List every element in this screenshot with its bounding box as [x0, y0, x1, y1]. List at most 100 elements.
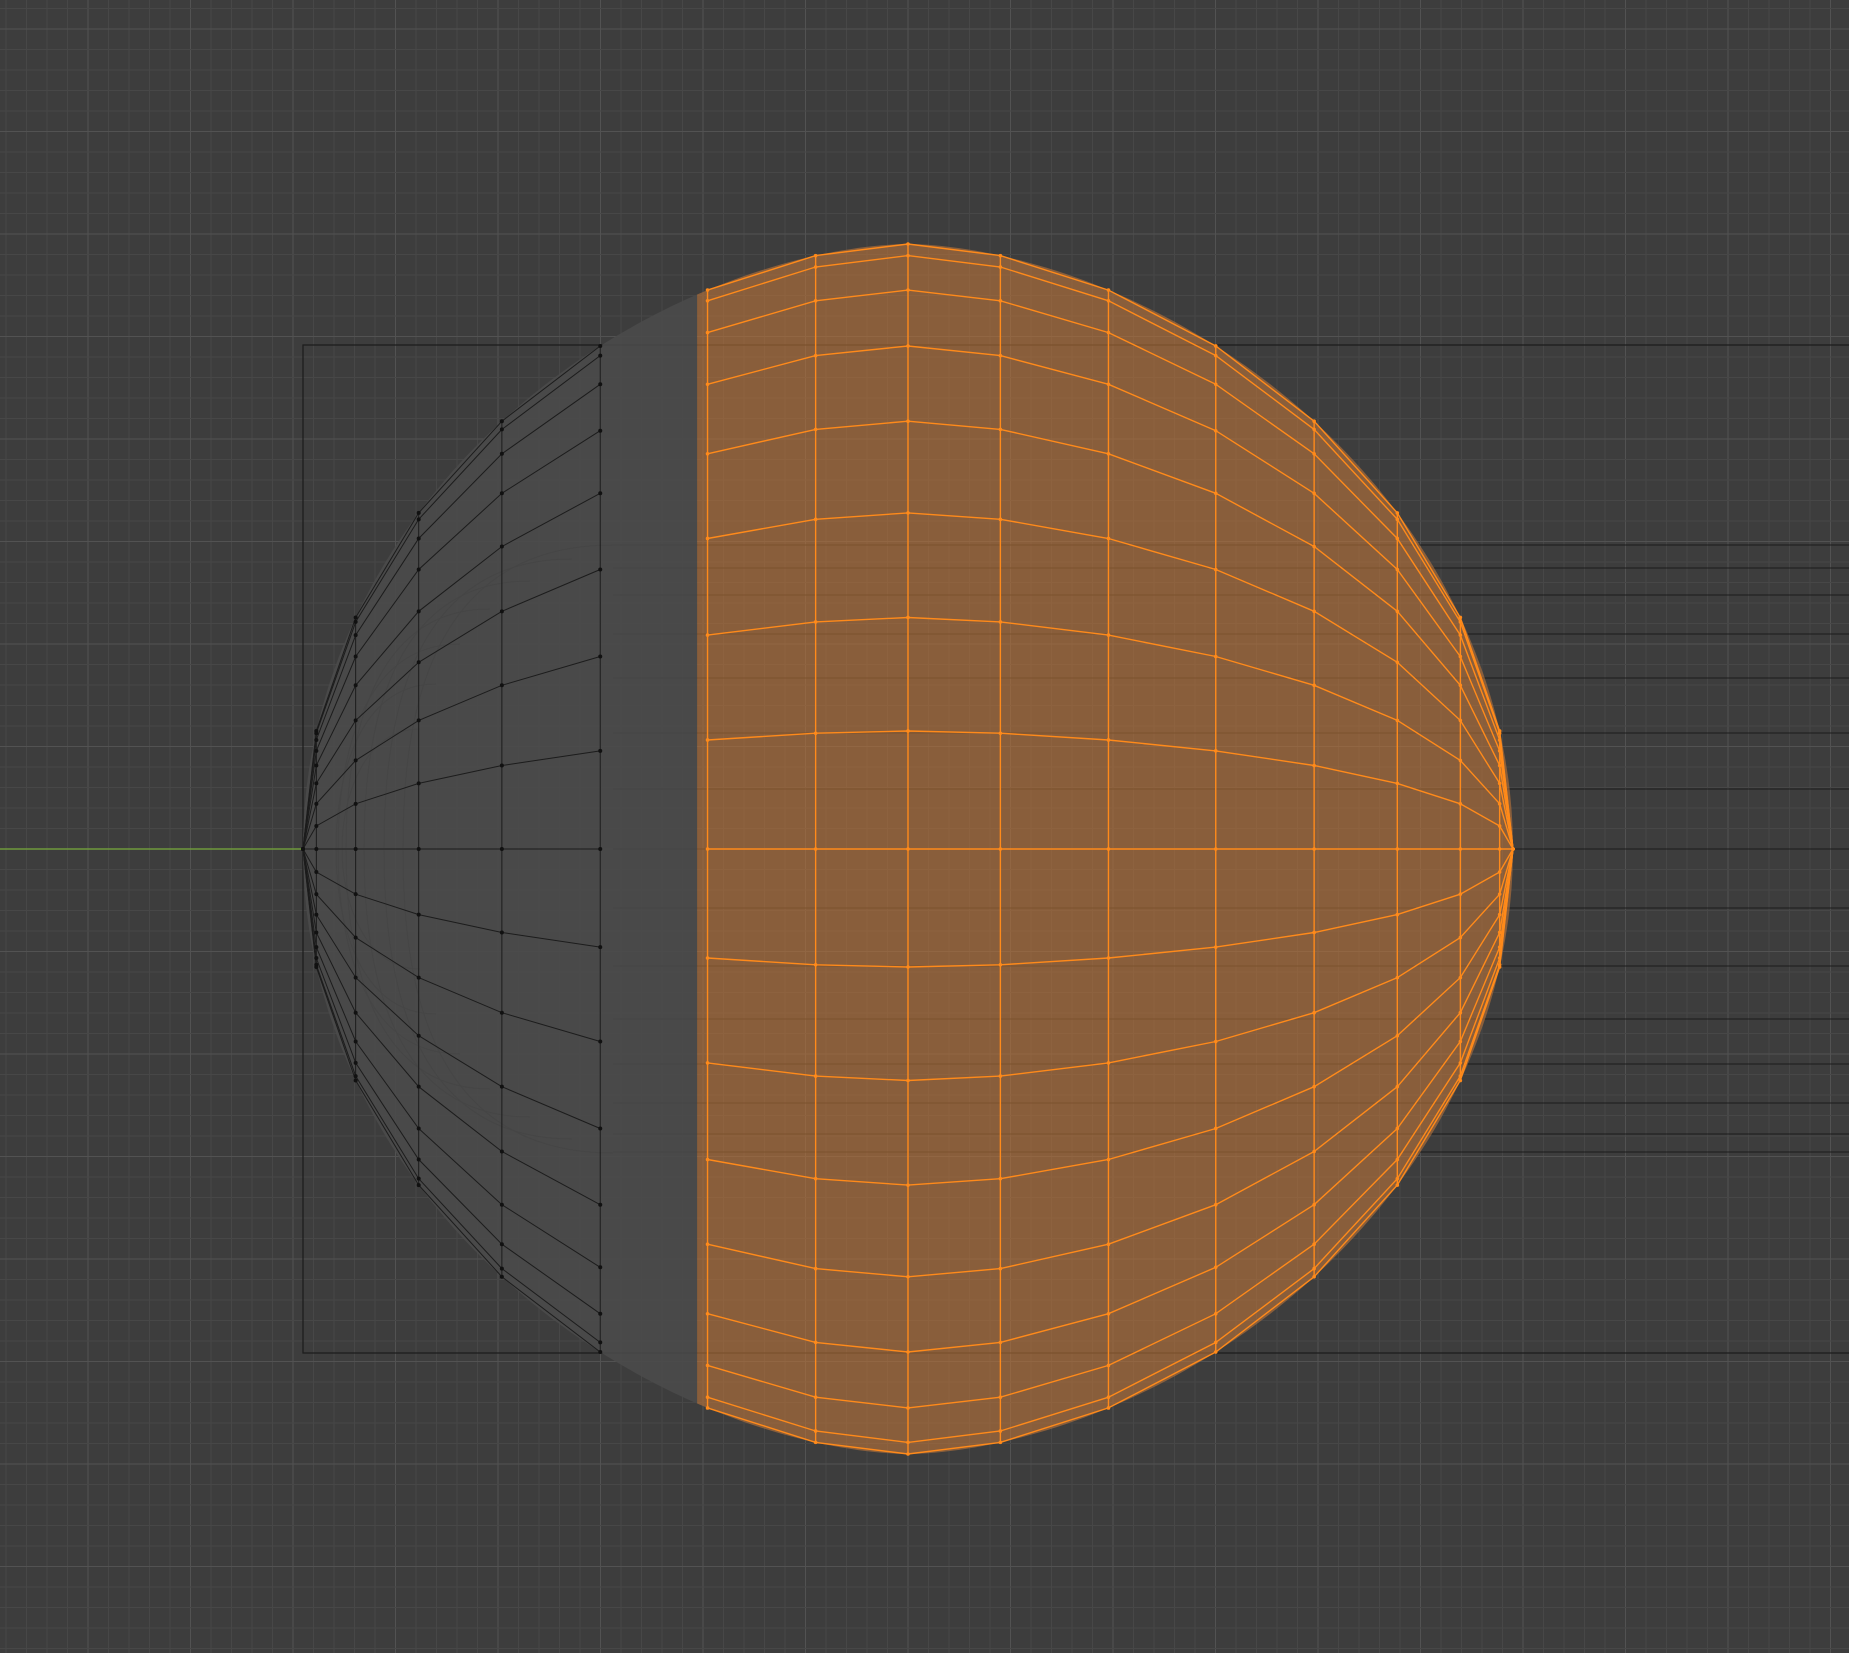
- mesh-vertex[interactable]: [1312, 1266, 1316, 1271]
- mesh-vertex[interactable]: [353, 615, 358, 620]
- mesh-vertex[interactable]: [1213, 847, 1218, 851]
- mesh-vertex[interactable]: [1213, 1340, 1218, 1345]
- mesh-vertex[interactable]: [1312, 1274, 1316, 1279]
- mesh-vertex[interactable]: [1395, 1033, 1400, 1038]
- mesh-vertex[interactable]: [1312, 1149, 1316, 1154]
- mesh-vertex[interactable]: [906, 419, 910, 424]
- mesh-vertex[interactable]: [1213, 1350, 1218, 1354]
- mesh-vertex[interactable]: [705, 1406, 710, 1410]
- mesh-vertex[interactable]: [598, 945, 603, 950]
- mesh-vertex[interactable]: [998, 962, 1003, 967]
- mesh-vertex[interactable]: [598, 1340, 603, 1345]
- mesh-vertex[interactable]: [998, 620, 1003, 624]
- mesh-vertex[interactable]: [1395, 1157, 1400, 1162]
- mesh-vertex[interactable]: [1312, 1010, 1316, 1015]
- mesh-vertex[interactable]: [998, 1429, 1003, 1433]
- mesh-vertex[interactable]: [416, 781, 421, 786]
- mesh-vertex[interactable]: [353, 1010, 358, 1015]
- mesh-vertex[interactable]: [813, 1074, 818, 1078]
- mesh-vertex[interactable]: [813, 962, 818, 967]
- mesh-vertex[interactable]: [301, 847, 305, 851]
- mesh-vertex[interactable]: [1458, 1074, 1463, 1078]
- mesh-vertex[interactable]: [314, 781, 319, 786]
- mesh-vertex[interactable]: [906, 344, 910, 348]
- mesh-vertex[interactable]: [813, 353, 818, 358]
- mesh-vertex[interactable]: [813, 265, 818, 269]
- mesh-vertex[interactable]: [1106, 382, 1111, 387]
- mesh-vertex[interactable]: [598, 1311, 603, 1316]
- mesh-vertex[interactable]: [906, 1078, 910, 1083]
- mesh-vertex[interactable]: [499, 427, 504, 432]
- mesh-vertex[interactable]: [1511, 847, 1515, 851]
- mesh-vertex[interactable]: [998, 298, 1003, 303]
- mesh-vertex[interactable]: [353, 935, 358, 940]
- mesh-vertex[interactable]: [1458, 802, 1463, 806]
- mesh-vertex[interactable]: [998, 1074, 1003, 1078]
- mesh-vertex[interactable]: [598, 1265, 603, 1270]
- mesh-vertex[interactable]: [353, 654, 358, 659]
- mesh-vertex[interactable]: [353, 758, 358, 763]
- mesh-vertex[interactable]: [1213, 749, 1218, 753]
- mesh-vertex[interactable]: [1312, 491, 1316, 496]
- mesh-vertex[interactable]: [906, 1406, 910, 1410]
- mesh-vertex[interactable]: [598, 343, 603, 348]
- mesh-vertex[interactable]: [416, 660, 421, 665]
- mesh-vertex[interactable]: [499, 1274, 504, 1279]
- mesh-vertex[interactable]: [998, 731, 1003, 736]
- mesh-vertex[interactable]: [353, 619, 358, 624]
- mesh-vertex[interactable]: [1395, 1183, 1400, 1187]
- mesh-vertex[interactable]: [314, 763, 319, 768]
- mesh-vertex[interactable]: [416, 510, 421, 515]
- mesh-vertex[interactable]: [998, 427, 1003, 432]
- mesh-vertex[interactable]: [416, 1183, 421, 1188]
- mesh-vertex[interactable]: [1106, 1242, 1111, 1247]
- mesh-vertex[interactable]: [416, 517, 421, 522]
- mesh-vertex[interactable]: [705, 1061, 710, 1065]
- mesh-vertex[interactable]: [1395, 567, 1400, 572]
- mesh-vertex[interactable]: [499, 609, 504, 614]
- mesh-vertex[interactable]: [813, 517, 818, 522]
- mesh-vertex[interactable]: [416, 912, 421, 917]
- mesh-vertex[interactable]: [1312, 1084, 1316, 1089]
- mesh-vertex[interactable]: [1497, 847, 1502, 851]
- mesh-vertex[interactable]: [314, 956, 319, 961]
- mesh-vertex[interactable]: [1497, 945, 1502, 949]
- mesh-vertex[interactable]: [1395, 718, 1400, 723]
- mesh-vertex[interactable]: [1458, 683, 1463, 688]
- mesh-vertex[interactable]: [1312, 419, 1316, 424]
- mesh-vertex[interactable]: [1312, 609, 1316, 614]
- mesh-vertex[interactable]: [1458, 935, 1463, 940]
- mesh-vertex[interactable]: [705, 738, 710, 742]
- mesh-vertex[interactable]: [416, 975, 421, 980]
- mesh-vertex[interactable]: [1458, 1061, 1463, 1065]
- mesh-vertex[interactable]: [1106, 1395, 1111, 1400]
- mesh-vertex[interactable]: [314, 945, 319, 950]
- mesh-vertex[interactable]: [1395, 511, 1400, 515]
- mesh-vertex[interactable]: [1106, 847, 1111, 851]
- mesh-vertex[interactable]: [499, 847, 504, 851]
- mesh-vertex[interactable]: [1312, 847, 1316, 851]
- mesh-vertex[interactable]: [499, 1242, 504, 1247]
- mesh-vertex[interactable]: [1458, 615, 1463, 620]
- mesh-vertex[interactable]: [353, 633, 358, 638]
- mesh-vertex[interactable]: [906, 965, 910, 969]
- mesh-vertex[interactable]: [906, 615, 910, 620]
- mesh-vertex[interactable]: [1106, 288, 1111, 292]
- mesh-vertex[interactable]: [1395, 536, 1400, 541]
- mesh-vertex[interactable]: [1497, 738, 1502, 742]
- mesh-vertex[interactable]: [353, 975, 358, 980]
- mesh-vertex[interactable]: [499, 1149, 504, 1154]
- mesh-vertex[interactable]: [998, 1440, 1003, 1445]
- mesh-vertex[interactable]: [499, 419, 504, 424]
- mesh-vertex[interactable]: [314, 801, 319, 806]
- mesh-vertex[interactable]: [314, 823, 319, 828]
- mesh-vertex[interactable]: [705, 288, 710, 292]
- mesh-vertex[interactable]: [705, 451, 710, 456]
- mesh-vertex[interactable]: [353, 892, 358, 897]
- mesh-vertex[interactable]: [1458, 718, 1463, 723]
- mesh-vertex[interactable]: [499, 1010, 504, 1015]
- mesh-vertex[interactable]: [998, 1266, 1003, 1271]
- mesh-vertex[interactable]: [353, 1039, 358, 1044]
- mesh-vertex[interactable]: [1395, 1126, 1400, 1131]
- mesh-vertex[interactable]: [1106, 1157, 1111, 1162]
